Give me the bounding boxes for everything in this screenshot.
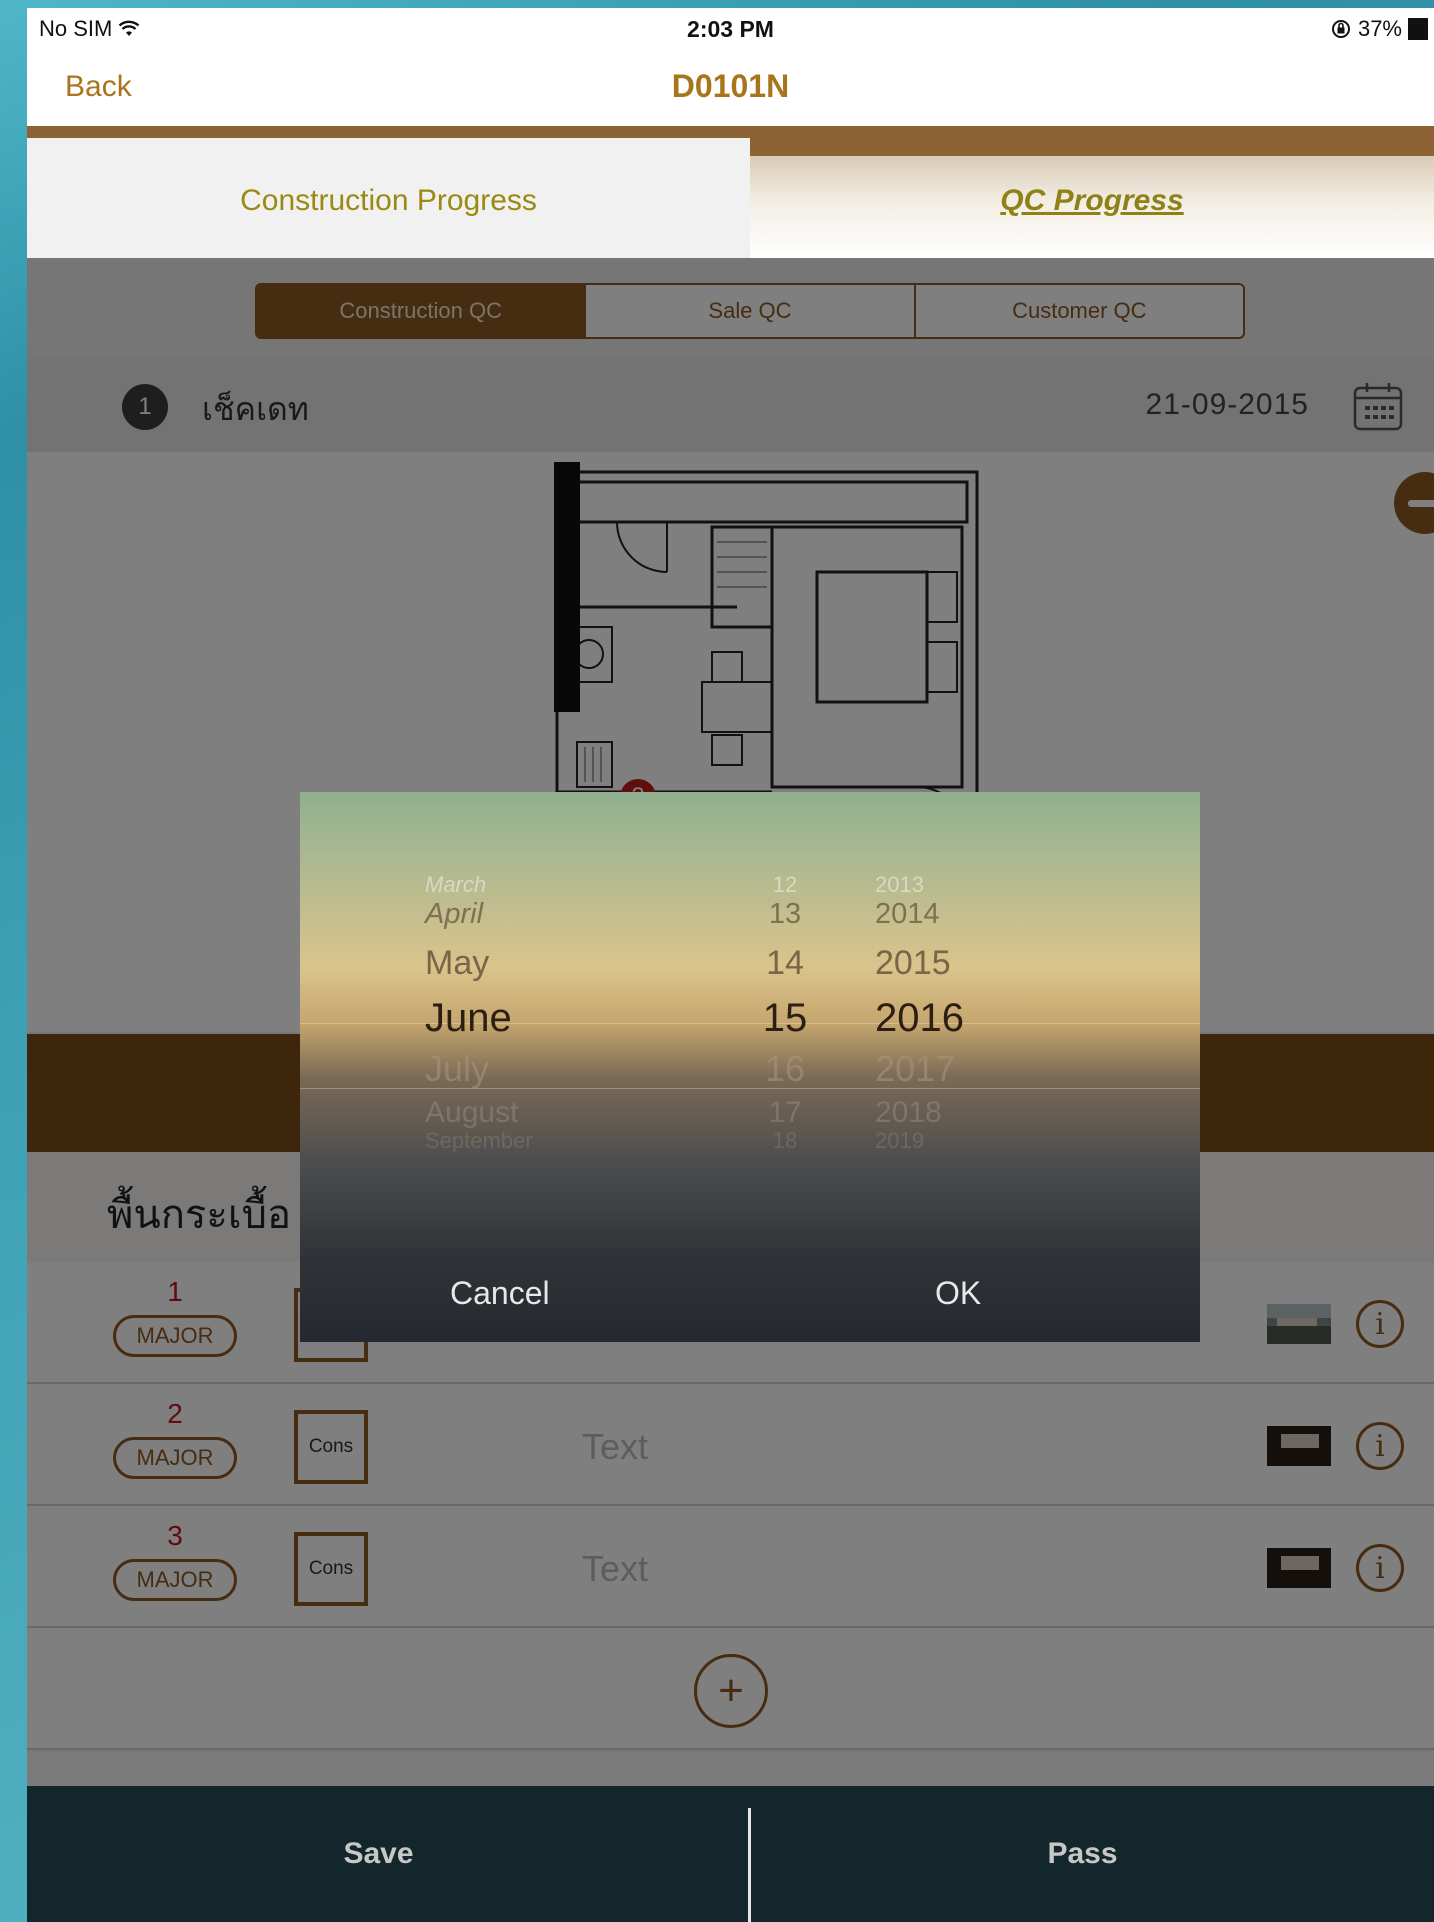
page-title: D0101N (671, 68, 790, 104)
day-option-selected[interactable]: 15 (755, 996, 815, 1041)
day-option[interactable]: 14 (755, 944, 815, 983)
day-option[interactable]: 12 (755, 872, 815, 898)
day-option[interactable]: 16 (755, 1048, 815, 1090)
year-option[interactable]: 2013 (875, 872, 1025, 898)
pass-button[interactable]: Pass (731, 1786, 1434, 1922)
tab-qc-progress[interactable]: QC Progress (750, 156, 1434, 258)
day-wheel[interactable]: 12 13 14 15 16 17 18 (755, 872, 815, 1212)
status-time: 2:03 PM (687, 16, 774, 42)
battery-icon (1408, 18, 1428, 40)
day-option[interactable]: 18 (755, 1128, 815, 1154)
month-option[interactable]: May (425, 944, 645, 983)
year-option[interactable]: 2017 (875, 1048, 1025, 1090)
rotation-lock-icon (1331, 20, 1350, 38)
year-wheel[interactable]: 2013 2014 2015 2016 2017 2018 2019 (875, 872, 1025, 1212)
month-option-selected[interactable]: June (425, 996, 645, 1041)
navigation-bar: Back D0101N (27, 48, 1434, 126)
save-button[interactable]: Save (27, 1786, 730, 1922)
battery-percent: 37% (1357, 16, 1402, 41)
month-option[interactable]: September (425, 1128, 645, 1154)
month-option[interactable]: August (425, 1096, 645, 1130)
month-option[interactable]: July (425, 1048, 645, 1090)
year-option[interactable]: 2019 (875, 1128, 1025, 1154)
app-screen: No SIM 2:03 PM 37% Back D0101N Construct… (27, 8, 1434, 1922)
year-option[interactable]: 2018 (875, 1096, 1025, 1130)
month-option[interactable]: March (425, 872, 645, 898)
tab-construction-progress[interactable]: Construction Progress (27, 138, 750, 258)
month-wheel[interactable]: March April May June July August Septemb… (425, 872, 645, 1212)
day-option[interactable]: 13 (755, 898, 815, 931)
bottom-action-bar: Save Pass (27, 1786, 1434, 1922)
date-picker-dialog: March April May June July August Septemb… (300, 792, 1200, 1342)
year-option[interactable]: 2014 (875, 898, 1025, 931)
ok-button[interactable]: OK (935, 1275, 981, 1312)
cancel-button[interactable]: Cancel (450, 1275, 550, 1312)
day-option[interactable]: 17 (755, 1096, 815, 1130)
tab-label: QC Progress (1000, 184, 1184, 217)
status-battery-group: 37% (1330, 16, 1428, 42)
year-option[interactable]: 2015 (875, 944, 1025, 983)
status-bar: No SIM 2:03 PM 37% (27, 8, 1434, 48)
month-option[interactable]: April (425, 898, 645, 931)
tab-label: Construction Progress (240, 184, 537, 217)
year-option-selected[interactable]: 2016 (875, 996, 1025, 1041)
